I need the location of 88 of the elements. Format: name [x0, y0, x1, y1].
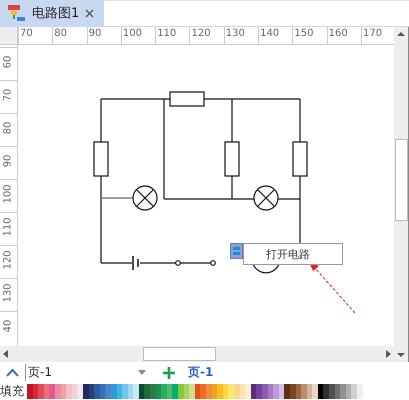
- color-swatch[interactable]: [222, 384, 228, 399]
- color-swatch[interactable]: [340, 384, 346, 399]
- color-swatch[interactable]: [256, 384, 262, 399]
- color-swatch[interactable]: [296, 384, 302, 399]
- ruler-label: 80: [2, 122, 14, 134]
- color-swatch[interactable]: [122, 384, 128, 399]
- fill-label: 填充: [0, 383, 25, 400]
- add-page-icon[interactable]: [162, 366, 176, 380]
- ruler-label: 80: [52, 27, 87, 44]
- color-swatch[interactable]: [212, 384, 218, 399]
- ruler-label: 120: [189, 27, 224, 44]
- ruler-label: 160: [326, 27, 361, 44]
- ruler-label: 110: [2, 217, 14, 237]
- color-swatch[interactable]: [116, 384, 122, 399]
- ruler-label: 40: [2, 320, 14, 332]
- color-swatch[interactable]: [38, 384, 44, 399]
- color-swatch[interactable]: [200, 384, 206, 399]
- color-swatch[interactable]: [138, 384, 144, 399]
- ruler-label: 70: [18, 27, 52, 44]
- color-swatch[interactable]: [273, 384, 279, 399]
- color-swatch[interactable]: [278, 384, 284, 399]
- color-swatch[interactable]: [88, 384, 94, 399]
- ruler-label: 140: [258, 27, 292, 44]
- color-swatch[interactable]: [66, 384, 72, 399]
- color-swatch[interactable]: [144, 384, 150, 399]
- color-swatch[interactable]: [334, 384, 340, 399]
- color-swatch[interactable]: [72, 384, 78, 399]
- ruler-label: 100: [120, 27, 156, 44]
- color-swatch[interactable]: [323, 384, 330, 399]
- color-swatch[interactable]: [217, 384, 223, 399]
- color-swatch[interactable]: [105, 384, 111, 399]
- horizontal-scrollbar[interactable]: [0, 346, 394, 362]
- chevron-up-icon[interactable]: [6, 368, 19, 377]
- color-swatch[interactable]: [240, 384, 246, 399]
- color-swatch[interactable]: [44, 384, 50, 399]
- ruler-label: 120: [2, 250, 14, 270]
- tooltip-text: 打开电路: [243, 243, 343, 265]
- color-swatch[interactable]: [318, 384, 324, 399]
- color-swatch[interactable]: [156, 384, 162, 399]
- color-swatch[interactable]: [49, 384, 55, 399]
- ruler-label: 150: [292, 27, 327, 44]
- color-swatch[interactable]: [250, 384, 256, 399]
- scroll-thumb[interactable]: [143, 347, 216, 361]
- color-swatch[interactable]: [150, 384, 156, 399]
- color-swatch[interactable]: [306, 384, 312, 399]
- ruler-label: 130: [224, 27, 258, 44]
- ruler-label: 60: [2, 56, 14, 68]
- color-swatch[interactable]: [27, 384, 33, 399]
- ruler-label: 70: [2, 88, 14, 102]
- color-swatch[interactable]: [268, 384, 274, 399]
- color-swatch[interactable]: [166, 384, 172, 399]
- page-tab[interactable]: 页-1: [182, 364, 220, 381]
- color-swatch[interactable]: [172, 384, 178, 399]
- color-swatch[interactable]: [100, 384, 106, 399]
- color-swatch[interactable]: [284, 384, 290, 399]
- ruler-label: 100: [2, 184, 14, 204]
- ruler-label: 130: [2, 283, 14, 303]
- color-swatch[interactable]: [133, 384, 139, 399]
- color-swatch[interactable]: [194, 384, 200, 399]
- color-swatch[interactable]: [128, 384, 134, 399]
- color-swatch[interactable]: [32, 384, 38, 399]
- color-swatch[interactable]: [94, 384, 100, 399]
- scroll-thumb[interactable]: [394, 139, 408, 221]
- close-icon[interactable]: [85, 8, 94, 18]
- color-swatch[interactable]: [77, 384, 83, 399]
- ruler-label: 110: [155, 27, 190, 44]
- color-swatch[interactable]: [357, 384, 363, 399]
- ruler-label: 90: [2, 154, 14, 168]
- color-swatch[interactable]: [228, 384, 234, 399]
- color-swatch[interactable]: [346, 384, 352, 399]
- page-dropdown[interactable]: 页-1: [25, 364, 146, 381]
- color-swatch[interactable]: [245, 384, 251, 399]
- color-swatch[interactable]: [312, 384, 318, 399]
- ruler-label: 90: [86, 27, 121, 44]
- color-swatch[interactable]: [206, 384, 212, 399]
- color-swatch[interactable]: [301, 384, 307, 399]
- color-swatch[interactable]: [184, 384, 190, 399]
- color-swatch[interactable]: [329, 384, 335, 399]
- list-icon[interactable]: [230, 243, 243, 259]
- color-swatch[interactable]: [178, 384, 184, 399]
- diagram-icon: [8, 4, 26, 22]
- document-tab[interactable]: 电路图1: [0, 0, 104, 26]
- color-swatch[interactable]: [351, 384, 358, 399]
- color-swatch[interactable]: [189, 384, 195, 399]
- caret-icon: [138, 370, 146, 375]
- vertical-scrollbar[interactable]: [394, 27, 409, 362]
- color-swatch[interactable]: [161, 384, 167, 399]
- color-swatch[interactable]: [60, 384, 66, 399]
